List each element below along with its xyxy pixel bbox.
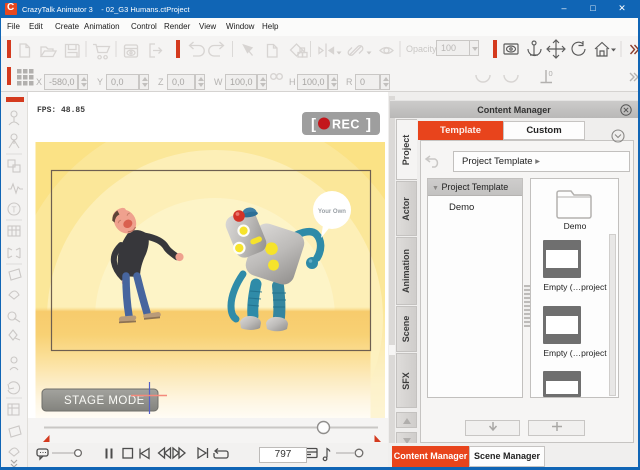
svg-text:]: ] xyxy=(366,116,371,133)
svg-text:T: T xyxy=(12,206,17,215)
svg-text:0: 0 xyxy=(549,69,553,78)
svg-text:[: [ xyxy=(311,116,316,133)
svg-text:FPS: 48.85: FPS: 48.85 xyxy=(37,106,85,115)
svg-text:Your Own: Your Own xyxy=(318,209,346,215)
svg-text:STAGE MODE: STAGE MODE xyxy=(64,395,145,407)
svg-text:REC: REC xyxy=(332,118,360,132)
